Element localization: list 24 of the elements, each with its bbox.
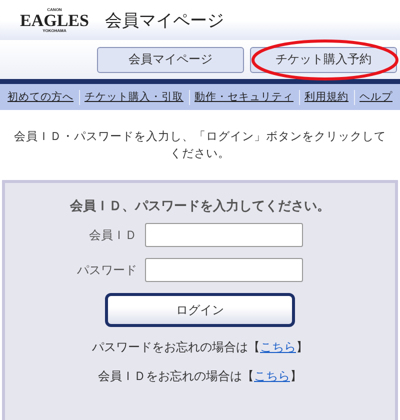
bracket: 】 xyxy=(290,368,302,385)
nav-link[interactable]: 動作・セキュリティ xyxy=(194,91,294,103)
here-link[interactable]: こちら xyxy=(260,339,296,356)
nav-button[interactable]: 会員マイページ xyxy=(97,46,244,72)
login-heading: 会員ＩＤ、パスワードを入力してください。 xyxy=(70,198,330,215)
input-field[interactable] xyxy=(145,258,303,282)
nav-link[interactable]: ヘルプ xyxy=(360,91,392,103)
forgot-text: 会員ＩＤをお忘れの場合は xyxy=(98,368,242,385)
bracket: 【 xyxy=(242,368,254,385)
bracket: 】 xyxy=(296,339,308,356)
login-button[interactable]: ログイン xyxy=(105,293,295,327)
nav-link[interactable]: 初めての方へ xyxy=(8,91,74,103)
bracket: 【 xyxy=(248,339,260,356)
nav-link[interactable]: 利用規約 xyxy=(304,91,348,103)
page-title: 会員マイページ xyxy=(104,10,224,32)
input-field[interactable] xyxy=(145,223,303,247)
nav-link[interactable]: チケット購入・引取 xyxy=(84,91,184,103)
field-label: パスワード xyxy=(77,262,137,278)
logo-text: EAGLES xyxy=(20,12,89,28)
nav-button[interactable]: チケット購入予約 xyxy=(250,46,397,72)
here-link[interactable]: こちら xyxy=(254,368,290,385)
forgot-text: パスワードをお忘れの場合は xyxy=(92,339,248,356)
instruction-text: 会員ＩＤ・パスワードを入力し、「ログイン」ボタンをクリックしてください。 xyxy=(13,128,387,162)
field-label: 会員ＩＤ xyxy=(88,226,137,244)
